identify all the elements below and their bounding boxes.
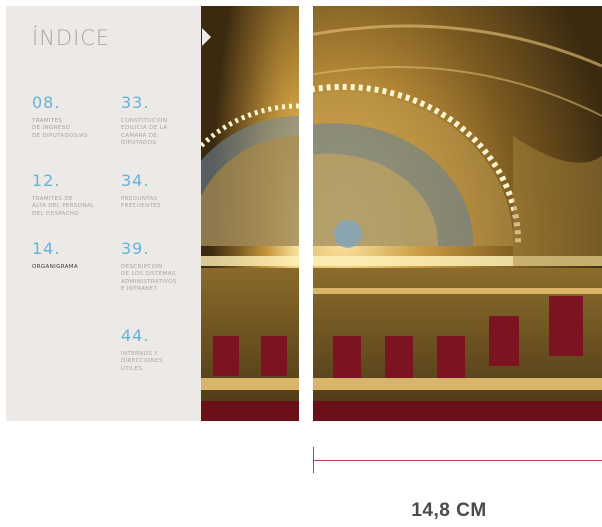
- index-entry[interactable]: 39. DESCRIPCION DE LOS SISTEMAS ADMINIST…: [121, 240, 203, 294]
- page-number: 39.: [121, 239, 150, 258]
- entry-label: TRAMITES DE INGRESO DE DIPUTADOS/AS: [32, 118, 88, 139]
- page-gutter: [299, 6, 313, 421]
- entry-label: PREGUNTAS FRECUENTES: [121, 196, 161, 210]
- index-entry[interactable]: 44. INTERNOS Y DIRECCIONES UTILES: [121, 327, 203, 373]
- entry-label: ORGANIGRAMA: [32, 264, 79, 270]
- index-entry[interactable]: 08. TRAMITES DE INGRESO DE DIPUTADOS/AS: [32, 94, 114, 140]
- entry-label: CONSTITUCION EDILICIA DE LA CAMARA DE DI…: [121, 118, 168, 147]
- index-entry[interactable]: 14. ORGANIGRAMA: [32, 240, 114, 271]
- dome-photo-left: [201, 6, 299, 421]
- page-number: 34.: [121, 171, 150, 190]
- dimension-label: 14,8 CM: [411, 500, 487, 521]
- page-number: 14.: [32, 239, 61, 258]
- page-number: 44.: [121, 326, 150, 345]
- index-entry[interactable]: 33. CONSTITUCION EDILICIA DE LA CAMARA D…: [121, 94, 203, 148]
- index-entry[interactable]: 34. PREGUNTAS FRECUENTES: [121, 172, 203, 211]
- entry-label: TRAMITES DE ALTA DEL PERSONAL DEL DESPAC…: [32, 196, 95, 217]
- page-number: 12.: [32, 171, 61, 190]
- index-entry[interactable]: 12. TRAMITES DE ALTA DEL PERSONAL DEL DE…: [32, 172, 114, 218]
- page-number: 08.: [32, 93, 61, 112]
- entry-label: DESCRIPCION DE LOS SISTEMAS ADMINISTRATI…: [121, 264, 177, 293]
- index-page: ÍNDICE 08. TRAMITES DE INGRESO DE DIPUTA…: [6, 6, 299, 421]
- entry-label: INTERNOS Y DIRECCIONES UTILES: [121, 351, 163, 372]
- dimension-line: [313, 460, 602, 461]
- photo-page: [313, 6, 602, 421]
- dome-photo-right: [313, 6, 602, 421]
- page-number: 33.: [121, 93, 150, 112]
- page-notch: [202, 28, 211, 46]
- index-title: ÍNDICE: [32, 26, 111, 50]
